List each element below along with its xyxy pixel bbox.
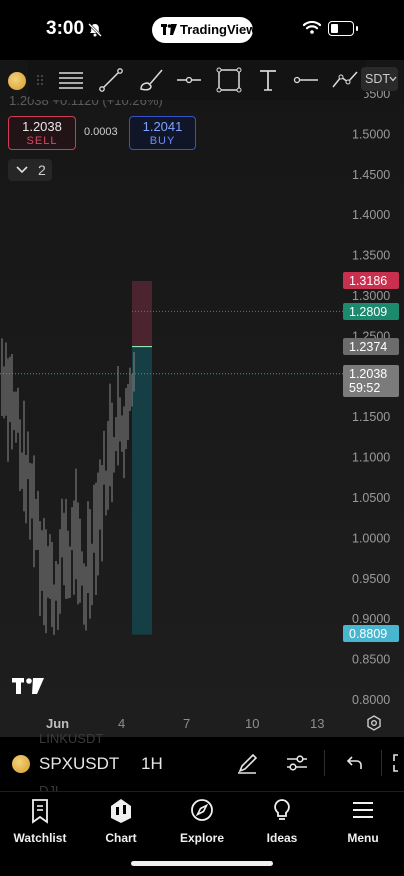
price-axis-label: 1.3500 [352, 249, 390, 263]
symbol-selector[interactable]: SDT [361, 67, 398, 91]
time-axis-label: 10 [245, 716, 260, 731]
sell-price: 1.2038 [22, 119, 62, 134]
current-price-tag: 1.2038 59:52 [343, 365, 399, 397]
price-axis-label: 0.8000 [352, 693, 390, 707]
home-indicator [131, 861, 273, 866]
price-axis-label: 1.0000 [352, 531, 390, 545]
drag-handle-icon[interactable] [36, 74, 44, 86]
tab-menu[interactable]: Menu [323, 798, 403, 848]
horizontal-lines-tool-icon[interactable] [56, 66, 86, 94]
chevron-down-icon [389, 76, 397, 82]
sliders-icon[interactable] [285, 751, 309, 775]
indicator-count: 2 [38, 162, 46, 178]
time-axis-label: Jun [46, 716, 70, 731]
tab-chart[interactable]: Chart [81, 798, 161, 848]
buy-price: 1.2041 [142, 119, 183, 134]
symbol-coin-icon [12, 755, 30, 773]
undo-icon[interactable] [342, 751, 366, 775]
sell-button[interactable]: 1.2038 SELL [8, 116, 76, 150]
chart-settings-gear-icon[interactable] [366, 715, 382, 731]
horizontal-ray-tool-icon[interactable] [174, 66, 204, 94]
price-axis-label: 1.3000 [352, 289, 390, 303]
bookmark-icon [32, 799, 48, 824]
chart-icon [111, 799, 131, 823]
time-axis-label: 13 [310, 716, 325, 731]
price-axis-label: 1.4000 [352, 208, 390, 222]
indicators-collapse-button[interactable]: 2 [8, 159, 52, 181]
stop-loss-tag: 0.8809 [343, 625, 399, 642]
candles [1, 338, 135, 635]
drawing-toolbar [28, 60, 366, 100]
marker-price-tag: 1.2374 [343, 338, 399, 355]
price-scale: 1.55001.50001.45001.40001.35001.30001.25… [352, 87, 390, 707]
battery-icon [328, 21, 358, 36]
hamburger-icon [353, 802, 373, 818]
app-pill-label: TradingView [180, 22, 257, 37]
status-time: 3:00 [46, 18, 85, 39]
symbol-avatar [8, 72, 26, 90]
spread-value: 0.0003 [84, 126, 118, 138]
path-tool-icon[interactable] [330, 66, 360, 94]
text-tool-icon[interactable] [253, 66, 283, 94]
chevron-down-icon [16, 166, 28, 174]
symbol-bar: LINKUSDT SPXUSDT 1H DJI [0, 731, 404, 798]
fullscreen-icon[interactable] [390, 751, 404, 775]
price-axis-label: 0.9500 [352, 572, 390, 586]
time-axis-label: 7 [183, 716, 191, 731]
current-symbol[interactable]: SPXUSDT [39, 754, 119, 774]
app-pill[interactable]: TradingView [152, 17, 257, 43]
prev-symbol-ghost: LINKUSDT [39, 731, 104, 746]
tab-ideas[interactable]: Ideas [242, 798, 322, 848]
symbol-selector-label: SDT [365, 72, 390, 86]
time-axis-label: 4 [118, 716, 126, 731]
buy-label: BUY [149, 135, 176, 147]
wifi-icon [303, 20, 321, 34]
trend-line-tool-icon[interactable] [96, 66, 126, 94]
divider [324, 750, 325, 776]
buy-button[interactable]: 1.2041 BUY [129, 116, 196, 150]
status-bar: 3:00 TradingView [0, 0, 404, 60]
price-axis-label: 1.5000 [352, 127, 390, 141]
entry-price-tag: 1.2809 [343, 303, 399, 320]
bell-muted-icon [88, 23, 102, 37]
chart-area[interactable]: 1.5500 1.5000 1.4500 1.4000 1.3500 1.3000 1.25… [0, 60, 404, 737]
sell-label: SELL [26, 135, 58, 147]
loss-zone [132, 346, 152, 635]
price-axis-label: 1.0500 [352, 491, 390, 505]
divider [381, 750, 382, 776]
ray-line-tool-icon[interactable] [291, 66, 321, 94]
tab-watchlist[interactable]: Watchlist [0, 798, 80, 848]
rectangle-tool-icon[interactable] [214, 66, 244, 94]
compass-icon [191, 799, 213, 821]
tradingview-logo-icon [161, 24, 177, 35]
price-axis-label: 1.1500 [352, 410, 390, 424]
price-axis-label: 0.8500 [352, 653, 390, 667]
profit-zone [132, 280, 152, 347]
price-axis-label: 1.4500 [352, 168, 390, 182]
bar-countdown: 59:52 [349, 381, 381, 395]
timeframe-selector[interactable]: 1H [141, 754, 163, 774]
pen-draw-icon[interactable] [236, 751, 260, 775]
tab-explore[interactable]: Explore [162, 798, 242, 848]
take-profit-tag: 1.3186 [343, 272, 399, 289]
brush-tool-icon[interactable] [136, 66, 166, 94]
lightbulb-icon [274, 799, 290, 820]
tradingview-watermark-icon [12, 678, 44, 694]
price-axis-label: 1.1000 [352, 451, 390, 465]
